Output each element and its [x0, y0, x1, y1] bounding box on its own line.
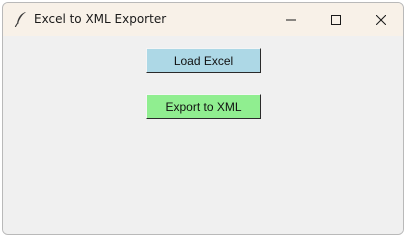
maximize-icon — [330, 14, 341, 25]
export-to-xml-button[interactable]: Export to XML — [146, 94, 261, 119]
app-window: Excel to XML Exporter Load Excel Export … — [2, 2, 404, 235]
feather-icon — [14, 11, 28, 28]
window-title: Excel to XML Exporter — [34, 12, 167, 26]
main-area: Load Excel Export to XML — [3, 36, 403, 234]
load-excel-button[interactable]: Load Excel — [146, 48, 261, 73]
minimize-button[interactable] — [268, 3, 313, 36]
maximize-button[interactable] — [313, 3, 358, 36]
title-bar[interactable]: Excel to XML Exporter — [3, 3, 403, 36]
minimize-icon — [285, 15, 296, 25]
close-icon — [375, 14, 386, 25]
close-button[interactable] — [358, 3, 403, 36]
